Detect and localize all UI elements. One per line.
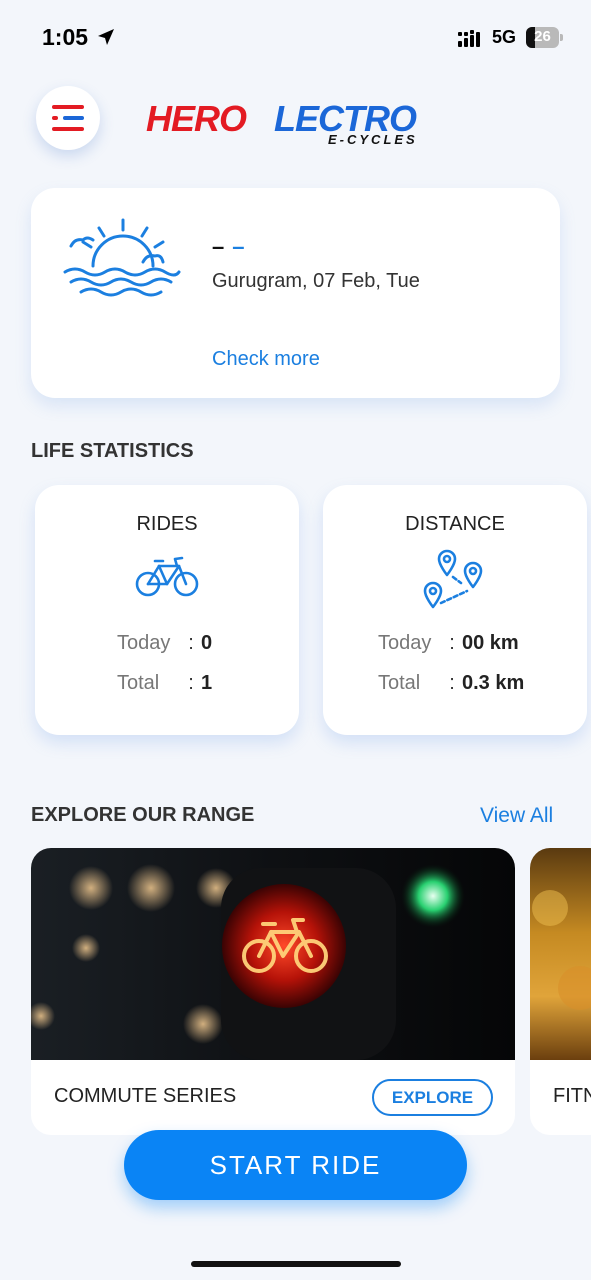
view-all-link[interactable]: View All: [480, 804, 553, 828]
weather-temperature: – –: [212, 234, 245, 260]
rides-today-value: 0: [201, 632, 213, 654]
distance-today-label: Today: [378, 632, 432, 654]
distance-total-row: Total:0.3 km: [378, 672, 525, 694]
bicycle-icon: [135, 556, 199, 597]
distance-today-value: 00 km: [462, 632, 519, 654]
commute-series-name: COMMUTE SERIES: [54, 1085, 237, 1107]
rides-title: RIDES: [136, 513, 198, 535]
check-more-link[interactable]: Check more: [212, 348, 320, 371]
menu-icon: [52, 105, 84, 131]
battery-level: 26: [534, 28, 551, 45]
fitness-series-card[interactable]: FITN: [530, 848, 591, 1135]
menu-button[interactable]: [36, 86, 100, 150]
rides-total-label: Total: [117, 672, 160, 694]
fitness-series-image: [530, 848, 591, 1060]
temperature-value: –: [212, 234, 225, 259]
logo-subtitle: E-CYCLES: [328, 132, 418, 147]
distance-total-label: Total: [378, 672, 421, 694]
explore-button[interactable]: EXPLORE: [372, 1079, 493, 1116]
rides-total-row: Total:1: [117, 672, 213, 694]
explore-range-title: EXPLORE OUR RANGE: [31, 804, 255, 826]
status-time: 1:05: [42, 24, 89, 50]
weather-card: – – Gurugram, 07 Feb, Tue Check more: [31, 188, 560, 398]
signal-icon: [458, 30, 480, 47]
map-pins-icon: [423, 549, 483, 609]
brand-logo: HERO LECTRO E-CYCLES: [146, 98, 446, 150]
sunrise-icon: [63, 218, 181, 297]
rides-today-row: Today:0: [117, 632, 213, 654]
life-statistics-title: LIFE STATISTICS: [31, 440, 194, 462]
fitness-series-name: FITN: [553, 1085, 591, 1107]
rides-total-value: 1: [201, 672, 213, 694]
distance-total-value: 0.3 km: [462, 672, 525, 694]
location-arrow-icon: [98, 29, 114, 45]
rides-today-label: Today: [117, 632, 171, 654]
battery-icon: 26: [526, 27, 563, 48]
commute-series-image: [31, 848, 515, 1060]
distance-today-row: Today:00 km: [378, 632, 519, 654]
start-ride-button[interactable]: START RIDE: [124, 1130, 467, 1200]
network-label: 5G: [492, 27, 517, 47]
home-indicator[interactable]: [191, 1261, 401, 1267]
distance-card[interactable]: DISTANCE Today:00 km Total:0.3 km: [323, 485, 587, 735]
temperature-unit: –: [232, 234, 245, 259]
distance-title: DISTANCE: [405, 513, 505, 535]
weather-location-date: Gurugram, 07 Feb, Tue: [212, 270, 420, 292]
logo-hero: HERO: [146, 98, 247, 139]
commute-series-card[interactable]: COMMUTE SERIES EXPLORE: [31, 848, 515, 1135]
rides-card[interactable]: RIDES Today:0 Total:1: [35, 485, 299, 735]
status-bar: 1:05 5G 26: [0, 0, 591, 76]
